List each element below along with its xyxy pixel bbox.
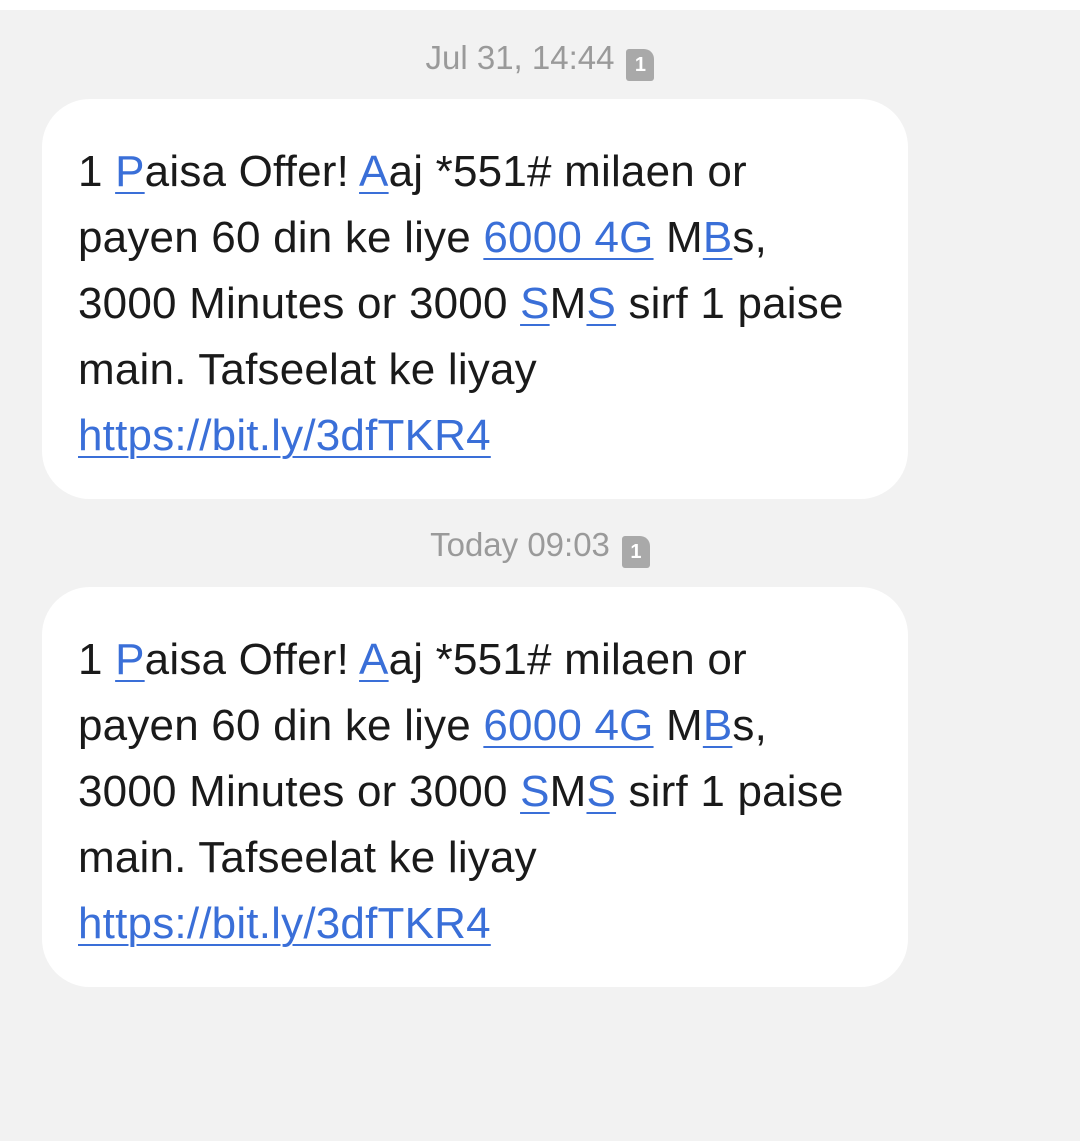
url-link[interactable]: https://bit.ly/3dfTKR4 xyxy=(78,899,491,948)
sim-card-icon: 1 xyxy=(621,536,650,568)
url-link[interactable]: https://bit.ly/3dfTKR4 xyxy=(78,411,491,460)
message-text: M xyxy=(549,767,587,816)
message-timestamp: Jul 31, 14:44 1 xyxy=(0,38,1080,81)
message-link[interactable]: A xyxy=(359,635,389,684)
timestamp-text: Today 09:03 xyxy=(430,526,610,563)
data-offer-link[interactable]: 6000 4G xyxy=(483,701,653,750)
timestamp-text: Jul 31, 14:44 xyxy=(425,39,615,76)
message-text: aisa Offer! xyxy=(144,635,360,684)
message-link[interactable]: S xyxy=(586,767,616,816)
sim-card-icon: 1 xyxy=(626,49,655,81)
message-text: 1 xyxy=(78,147,116,196)
message-text: M xyxy=(653,701,703,750)
message-text: M xyxy=(549,279,587,328)
data-offer-link[interactable]: 6000 4G xyxy=(483,213,653,262)
sim-number: 1 xyxy=(634,54,647,76)
message-text: aisa Offer! xyxy=(144,147,360,196)
message-link[interactable]: S xyxy=(520,767,550,816)
message-body: 1 Paisa Offer! Aaj *551# milaen or payen… xyxy=(78,627,878,957)
sim-number: 1 xyxy=(630,541,642,563)
message-timestamp: Today 09:03 1 xyxy=(0,525,1080,568)
message-text: M xyxy=(653,213,703,262)
message-link[interactable]: P xyxy=(115,147,145,196)
message-thread[interactable]: Jul 31, 14:44 1 1 Paisa Offer! Aaj *551# … xyxy=(0,10,1080,1141)
message-link[interactable]: A xyxy=(359,147,389,196)
message-text: 1 xyxy=(78,635,116,684)
message-body: 1 Paisa Offer! Aaj *551# milaen or payen… xyxy=(78,139,878,469)
message-link[interactable]: B xyxy=(703,213,733,262)
top-strip xyxy=(0,0,1080,10)
message-link[interactable]: S xyxy=(586,279,616,328)
message-bubble[interactable]: 1 Paisa Offer! Aaj *551# milaen or payen… xyxy=(42,99,908,499)
message-bubble[interactable]: 1 Paisa Offer! Aaj *551# milaen or payen… xyxy=(42,587,908,987)
message-link[interactable]: S xyxy=(520,279,550,328)
message-link[interactable]: P xyxy=(115,635,145,684)
message-link[interactable]: B xyxy=(703,701,733,750)
